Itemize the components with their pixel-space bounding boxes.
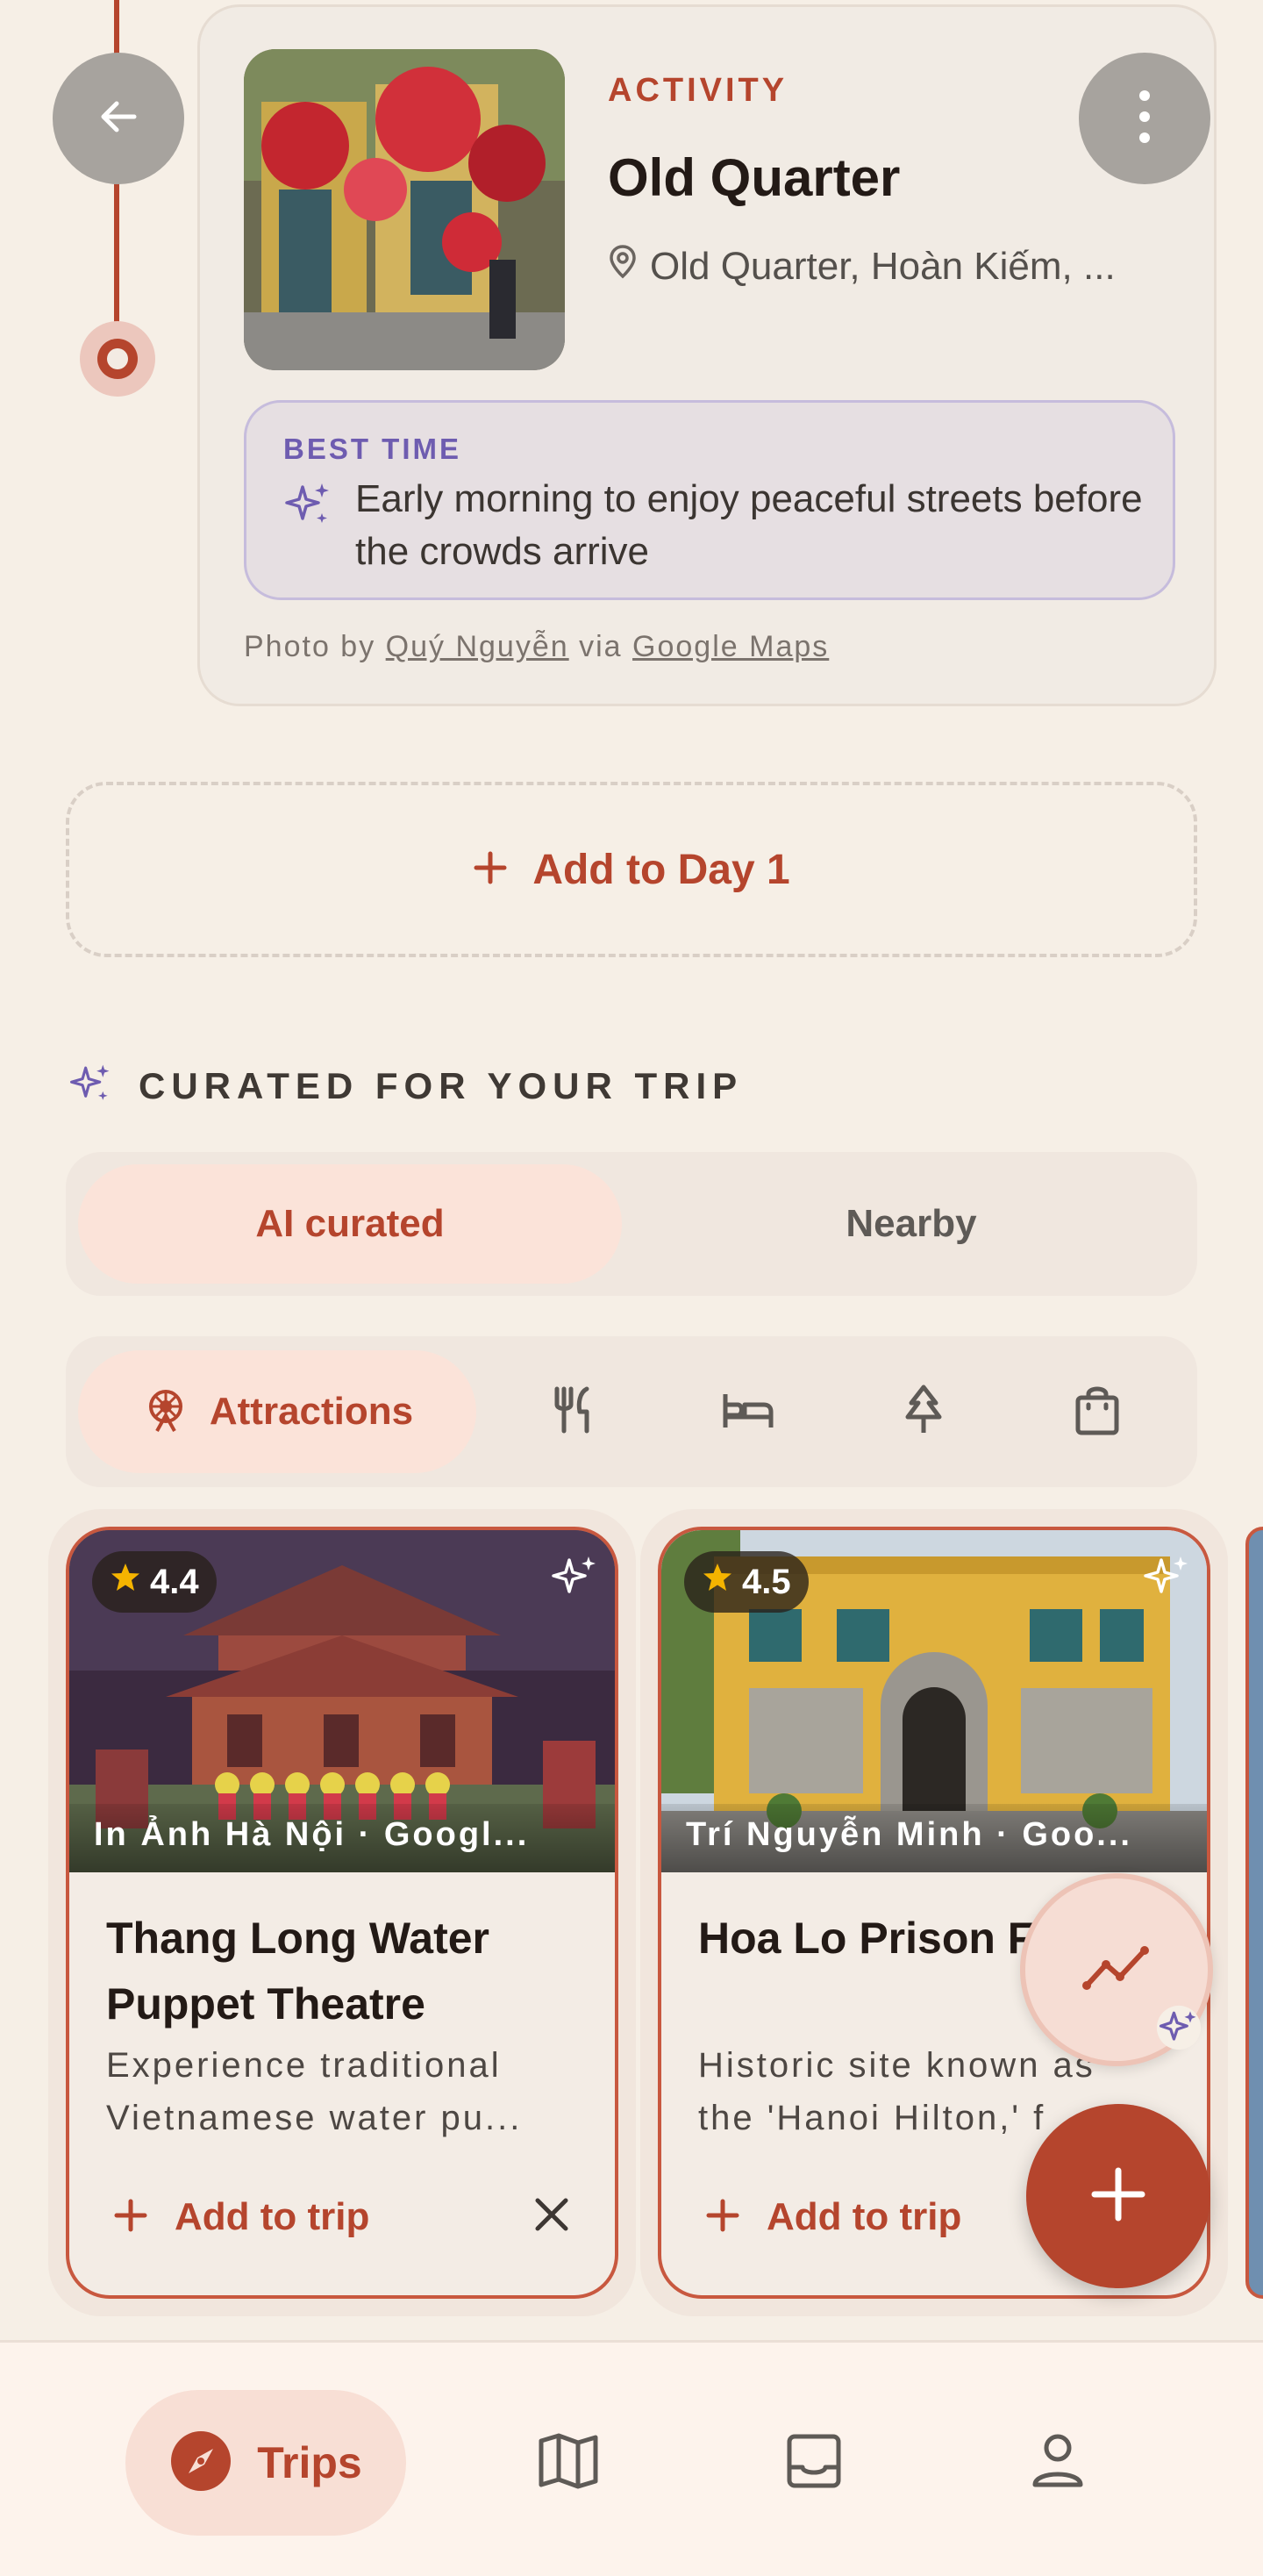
timeline-node	[80, 321, 155, 397]
curated-header: CURATED FOR YOUR TRIP	[68, 1062, 743, 1110]
sparkle-icon	[68, 1062, 112, 1110]
sparkle-icon	[1156, 2005, 1202, 2055]
dismiss-button[interactable]	[532, 2195, 571, 2238]
ai-sparkle-icon	[1142, 1553, 1191, 1606]
photo-source-link[interactable]: Google Maps	[632, 630, 829, 663]
photo-caption: In Ảnh Hà Nội · Googl...	[69, 1804, 615, 1872]
curation-segment-control: AI curated Nearby	[66, 1152, 1197, 1296]
star-icon	[110, 1562, 141, 1602]
segment-ai-curated[interactable]: AI curated	[78, 1164, 622, 1284]
more-options-button[interactable]	[1079, 53, 1210, 184]
rating-badge: 4.4	[92, 1551, 217, 1613]
place-description-line: Experience traditional	[106, 2046, 502, 2085]
best-time-text: Early morning to enjoy peaceful streets …	[355, 477, 1143, 573]
place-description: Experience traditional Vietnamese water …	[106, 2039, 597, 2144]
attractions-icon	[141, 1385, 190, 1439]
plus-icon	[473, 850, 508, 890]
close-icon	[532, 2198, 571, 2237]
place-card-peek[interactable]	[1245, 1527, 1263, 2299]
category-nature[interactable]	[880, 1368, 967, 1456]
add-to-day-button[interactable]: Add to Day 1	[66, 782, 1197, 957]
activity-card[interactable]: ACTIVITY Old Quarter Old Quarter, Hoàn K…	[197, 4, 1217, 706]
best-time-box: BEST TIME Early morning to enjoy peacefu…	[244, 400, 1175, 600]
plus-icon	[1088, 2164, 1149, 2229]
ai-sparkle-icon	[550, 1553, 599, 1606]
segment-nearby[interactable]: Nearby	[639, 1164, 1183, 1284]
location-pin-icon	[608, 244, 638, 289]
star-icon	[702, 1562, 733, 1602]
category-restaurants[interactable]	[529, 1368, 617, 1456]
arrow-left-icon	[94, 92, 143, 146]
activity-location-text: Old Quarter, Hoàn Kiếm, ...	[650, 244, 1116, 288]
place-photo: 4.4 In Ảnh Hà Nội · Googl...	[69, 1530, 615, 1872]
best-time-label: BEST TIME	[283, 433, 462, 465]
category-attractions[interactable]: Attractions	[78, 1350, 476, 1473]
place-description-line: Vietnamese water pu...	[106, 2099, 523, 2137]
category-hotels[interactable]	[704, 1368, 792, 1456]
rating-value: 4.4	[150, 1562, 199, 1601]
restaurant-icon	[546, 1384, 599, 1441]
category-filter: Attractions	[66, 1336, 1197, 1487]
nav-trips[interactable]: Trips	[125, 2390, 406, 2536]
add-to-trip-label: Add to trip	[175, 2195, 370, 2238]
category-attractions-label: Attractions	[209, 1390, 414, 1433]
inbox-icon	[785, 2432, 843, 2494]
shopping-icon	[1073, 1384, 1122, 1441]
photo-credit-via: via	[579, 630, 623, 663]
nature-icon	[899, 1384, 948, 1441]
place-card[interactable]: 4.4 In Ảnh Hà Nội · Googl... Thang Long …	[66, 1527, 618, 2299]
activity-photo	[244, 49, 565, 370]
compass-icon	[169, 2429, 232, 2497]
rating-value: 4.5	[742, 1562, 791, 1601]
place-photo: 4.5 Trí Nguyễn Minh · Goo...	[661, 1530, 1207, 1872]
photo-caption: Trí Nguyễn Minh · Goo...	[661, 1804, 1207, 1872]
nav-trips-label: Trips	[257, 2438, 362, 2487]
category-shopping[interactable]	[1053, 1368, 1141, 1456]
activity-kind: ACTIVITY	[608, 72, 788, 109]
plus-icon	[705, 2198, 740, 2237]
profile-icon	[1030, 2432, 1086, 2494]
nav-profile[interactable]	[1014, 2419, 1102, 2507]
bottom-navigation: Trips	[0, 2340, 1263, 2576]
add-to-day-label: Add to Day 1	[532, 846, 790, 893]
nav-inbox[interactable]	[770, 2419, 858, 2507]
hotel-icon	[720, 1384, 776, 1441]
curated-title: CURATED FOR YOUR TRIP	[139, 1064, 744, 1106]
sparkle-icon	[283, 480, 332, 533]
photo-credit-prefix: Photo by	[244, 630, 376, 663]
activity-location: Old Quarter, Hoàn Kiếm, ...	[608, 244, 1116, 289]
place-title: Thang Long Water Puppet Theatre	[106, 1914, 489, 2029]
trending-icon	[1081, 1942, 1152, 1999]
photo-author-link[interactable]: Quý Nguyễn	[386, 630, 569, 663]
plus-icon	[113, 2198, 148, 2237]
add-to-trip-label: Add to trip	[767, 2195, 962, 2238]
nav-map[interactable]	[524, 2419, 612, 2507]
photo-credit: Photo by Quý Nguyễn via Google Maps	[244, 630, 829, 664]
activity-title: Old Quarter	[608, 148, 901, 207]
map-icon	[538, 2432, 599, 2494]
add-to-trip-button[interactable]: Add to trip	[113, 2195, 369, 2239]
more-vert-icon	[1136, 89, 1153, 149]
add-fab-button[interactable]	[1026, 2104, 1210, 2288]
add-to-trip-button[interactable]: Add to trip	[705, 2195, 961, 2239]
back-button[interactable]	[53, 53, 184, 184]
rating-badge: 4.5	[684, 1551, 809, 1613]
